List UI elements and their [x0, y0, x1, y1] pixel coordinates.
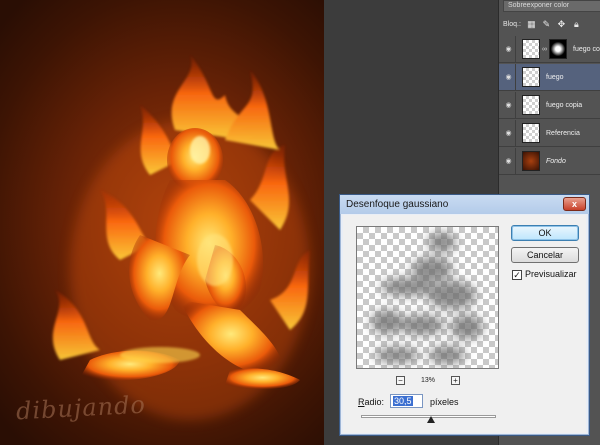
layer-name: Fondo [546, 157, 566, 165]
radius-slider-thumb[interactable] [427, 416, 436, 423]
dialog-title: Desenfoque gaussiano [346, 199, 449, 210]
layer-row-fuego[interactable]: ◉ fuego [499, 63, 600, 91]
layer-row-referencia[interactable]: ◉ Referencia [499, 119, 600, 147]
layer-name: fuego copia [546, 101, 583, 109]
preview-blur-image [371, 232, 483, 364]
gaussian-blur-dialog: Desenfoque gaussiano x − 13% + Radio: 30… [339, 194, 590, 436]
blend-mode-select[interactable]: Sobreexponer color [503, 0, 600, 12]
preview-label: Previsualizar [525, 269, 577, 279]
eye-icon[interactable]: ◉ [502, 63, 516, 91]
radius-input[interactable]: 30,5 [390, 394, 423, 408]
layer-thumbnail [522, 123, 540, 143]
dialog-body: − 13% + Radio: 30,5 píxeles OK Cancelar … [343, 215, 586, 433]
layer-thumbnail [522, 95, 540, 115]
lock-icon[interactable]: 🔒︎ [572, 19, 581, 29]
lock-row: Bloq.: ▦ ✎ ✥ 🔒︎ [499, 14, 600, 34]
layer-name: fuego [546, 73, 564, 81]
fire-figure-artwork [52, 55, 310, 420]
eye-icon[interactable]: ◉ [502, 91, 516, 119]
eye-icon[interactable]: ◉ [502, 35, 516, 63]
layer-mask-thumbnail[interactable] [549, 39, 567, 59]
layer-thumbnail [522, 39, 540, 59]
blur-preview[interactable] [356, 226, 499, 369]
eye-icon[interactable]: ◉ [502, 147, 516, 175]
preview-checkbox[interactable]: ✓ [512, 270, 522, 280]
preview-zoom-controls: − 13% + [396, 375, 460, 385]
layer-row-fuego-copia-mask[interactable]: ◉ ∞ fuego co [499, 35, 600, 63]
zoom-in-button[interactable]: + [450, 375, 460, 385]
layer-name: fuego co [573, 45, 600, 53]
layer-row-fondo[interactable]: ◉ Fondo [499, 147, 600, 175]
layer-row-fuego-copia[interactable]: ◉ fuego copia [499, 91, 600, 119]
chain-link-icon[interactable]: ∞ [542, 46, 547, 53]
layer-thumbnail [522, 151, 540, 171]
lock-transparent-icon[interactable]: ▦ [527, 19, 536, 29]
radius-value: 30,5 [393, 396, 413, 406]
move-icon[interactable]: ✥ [557, 19, 566, 29]
photoshop-window: dibujando Sobreexponer color Bloq.: ▦ ✎ … [0, 0, 600, 445]
dialog-titlebar[interactable]: Desenfoque gaussiano x [340, 195, 589, 214]
radius-label-rest: adio: [364, 397, 385, 407]
radius-label: Radio: [358, 397, 384, 407]
radius-unit: píxeles [430, 397, 459, 407]
layer-thumbnail [522, 67, 540, 87]
cancel-button[interactable]: Cancelar [511, 247, 579, 263]
document-canvas[interactable]: dibujando [0, 0, 324, 445]
layer-name: Referencia [546, 129, 580, 137]
brush-icon[interactable]: ✎ [542, 19, 551, 29]
zoom-out-button[interactable]: − [396, 375, 405, 385]
close-button[interactable]: x [563, 197, 586, 211]
eye-icon[interactable]: ◉ [502, 119, 516, 147]
ok-button[interactable]: OK [511, 225, 579, 241]
lock-label: Bloq.: [503, 20, 521, 28]
zoom-level: 13% [420, 376, 435, 384]
